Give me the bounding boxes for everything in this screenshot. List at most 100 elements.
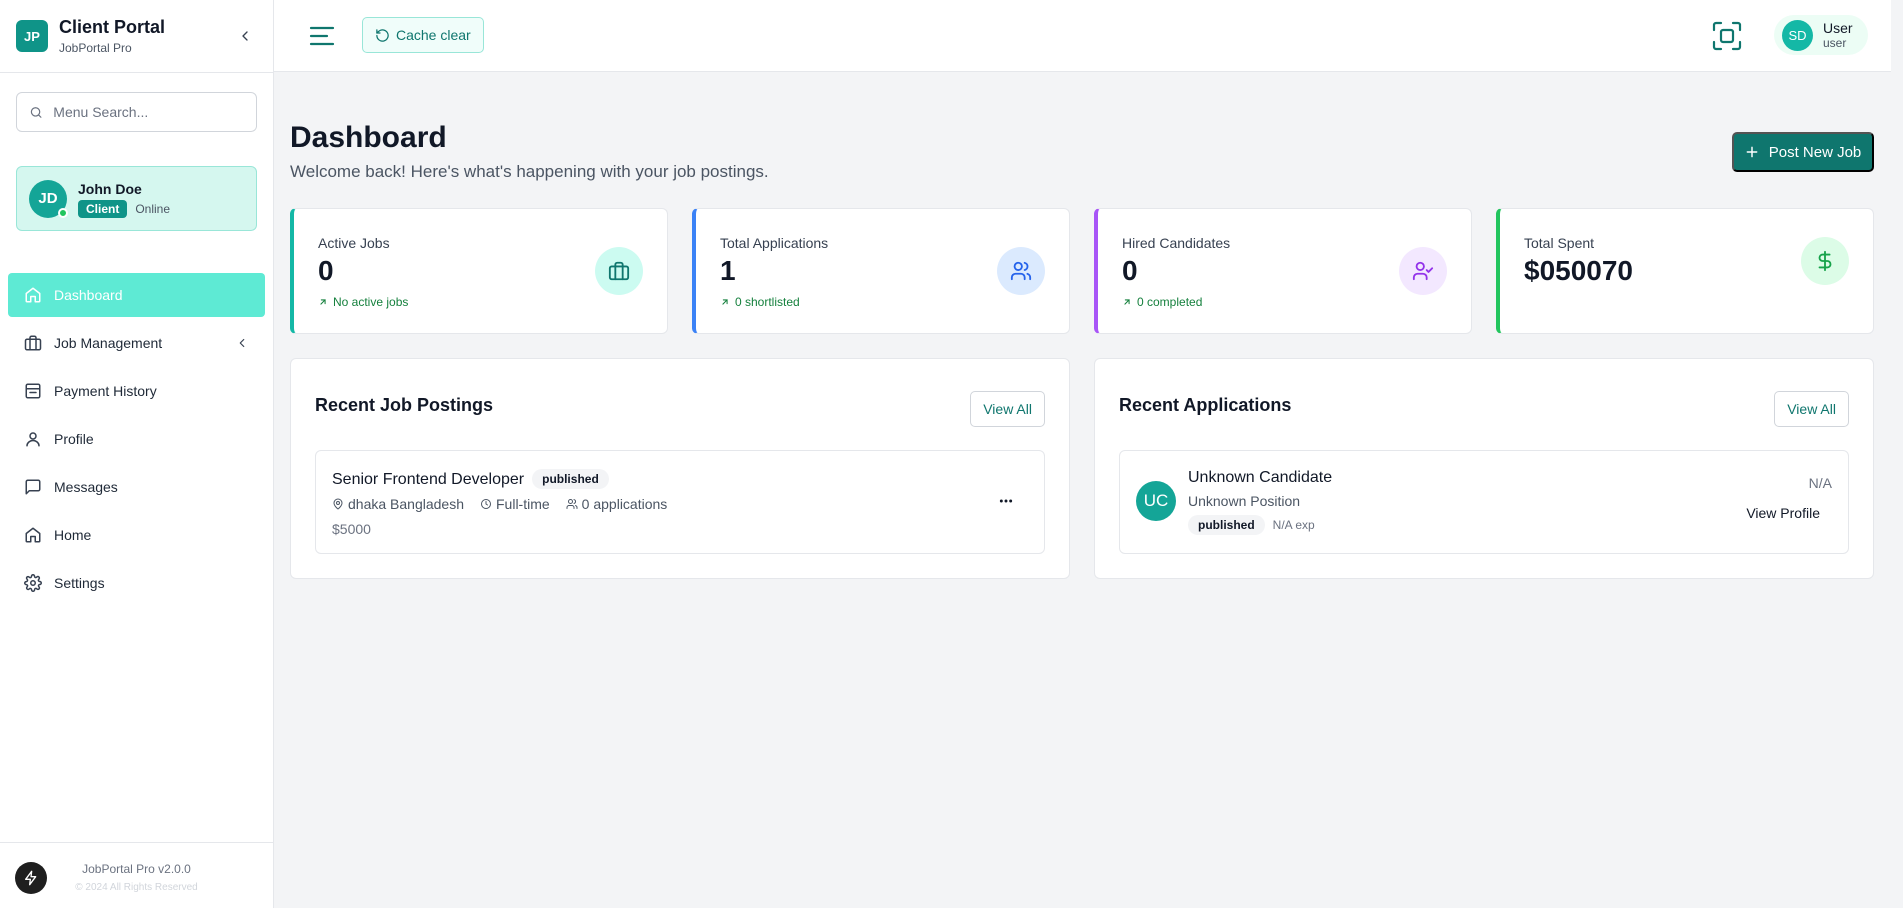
user-role: user xyxy=(1823,36,1847,50)
users-icon xyxy=(566,499,578,509)
dollar-icon xyxy=(1818,250,1832,272)
briefcase-icon xyxy=(24,335,42,351)
brand-header: JP Client Portal JobPortal Pro xyxy=(0,0,273,73)
stat-card-total-spent: Total Spent $050070 xyxy=(1496,208,1874,334)
menu-toggle-button[interactable] xyxy=(308,22,336,50)
sidebar-footer: JobPortal Pro v2.0.0 © 2024 All Rights R… xyxy=(0,842,273,908)
job-item[interactable]: Senior Frontend Developer published dhaka… xyxy=(315,450,1045,554)
arrow-up-right-icon xyxy=(722,299,728,305)
avatar: SD xyxy=(1782,19,1813,51)
search-icon xyxy=(30,106,42,118)
job-applications: 0 applications xyxy=(566,496,667,512)
candidate-position: Unknown Position xyxy=(1188,493,1301,509)
job-meta: dhaka Bangladesh Full-time 0 application… xyxy=(332,496,683,512)
fullscreen-button[interactable] xyxy=(1710,19,1744,53)
collapse-sidebar-button[interactable] xyxy=(233,24,257,48)
menu-icon xyxy=(309,26,335,46)
recent-applications-panel: Recent Applications View All UC Unknown … xyxy=(1094,358,1874,579)
stat-icon-wrap xyxy=(1399,247,1447,295)
stat-label: Total Applications xyxy=(720,235,829,251)
user-card: JD John Doe Client Online xyxy=(16,166,257,231)
sidebar-item-label: Job Management xyxy=(54,335,163,351)
sidebar-item-settings[interactable]: Settings xyxy=(8,561,265,605)
stat-trend: No active jobs xyxy=(318,295,408,309)
sidebar-item-messages[interactable]: Messages xyxy=(8,465,265,509)
status-badge: published xyxy=(1188,515,1265,535)
receipt-icon xyxy=(25,383,41,399)
briefcase-icon xyxy=(608,261,630,281)
view-all-applications-button[interactable]: View All xyxy=(1774,391,1849,427)
message-icon xyxy=(25,479,41,495)
candidate-meta: published N/A exp xyxy=(1188,515,1315,535)
job-title: Senior Frontend Developer xyxy=(332,471,525,488)
view-profile-button[interactable]: View Profile xyxy=(1746,505,1820,521)
user-name: John Doe xyxy=(78,180,142,197)
job-title-row: Senior Frontend Developer published xyxy=(332,469,609,489)
application-item: UC Unknown Candidate Unknown Position pu… xyxy=(1119,450,1849,554)
user-name: User xyxy=(1823,20,1853,36)
avatar: UC xyxy=(1136,481,1176,521)
sidebar-item-label: Profile xyxy=(54,431,94,447)
more-horizontal-icon xyxy=(999,499,1013,503)
stat-card-total-applications: Total Applications 1 0 shortlisted xyxy=(692,208,1070,334)
cache-clear-button[interactable]: Cache clear xyxy=(362,17,484,53)
job-salary: $5000 xyxy=(332,521,371,537)
scrollbar-track xyxy=(1891,0,1903,908)
sidebar-item-payment-history[interactable]: Payment History xyxy=(8,369,265,413)
stat-card-hired-candidates: Hired Candidates 0 0 completed xyxy=(1094,208,1472,334)
candidate-name: Unknown Candidate xyxy=(1188,469,1333,486)
user-icon xyxy=(26,432,40,447)
plus-icon xyxy=(1746,146,1758,158)
top-header: Cache clear SD User user xyxy=(274,0,1891,72)
stat-icon-wrap xyxy=(595,247,643,295)
online-indicator xyxy=(58,207,68,218)
post-new-job-button[interactable]: Post New Job xyxy=(1732,132,1874,172)
stat-label: Active Jobs xyxy=(318,235,390,251)
page-subtitle: Welcome back! Here's what's happening wi… xyxy=(290,162,769,181)
stat-trend: 0 completed xyxy=(1122,295,1202,309)
stat-value: $050070 xyxy=(1524,255,1634,286)
stat-value: 0 xyxy=(318,255,334,286)
arrow-up-right-icon xyxy=(320,299,326,305)
recent-jobs-panel: Recent Job Postings View All Senior Fron… xyxy=(290,358,1070,579)
sidebar-item-label: Messages xyxy=(54,479,118,495)
sidebar-item-label: Dashboard xyxy=(54,287,123,303)
stat-value: 0 xyxy=(1122,255,1138,286)
sidebar-item-profile[interactable]: Profile xyxy=(8,417,265,461)
brand-logo: JP xyxy=(16,20,48,52)
status-text: Online xyxy=(135,201,171,216)
panel-title: Recent Applications xyxy=(1119,395,1292,415)
gear-icon xyxy=(24,574,42,592)
sidebar-item-home[interactable]: Home xyxy=(8,513,265,557)
stat-value: 1 xyxy=(720,255,736,286)
panel-title: Recent Job Postings xyxy=(315,395,494,415)
arrow-up-right-icon xyxy=(1124,299,1130,305)
stat-label: Hired Candidates xyxy=(1122,235,1231,251)
home-icon xyxy=(25,287,41,303)
more-options-button[interactable] xyxy=(996,491,1016,511)
quick-action-button[interactable] xyxy=(15,862,47,894)
fullscreen-icon xyxy=(1712,21,1742,51)
sidebar-item-label: Settings xyxy=(54,575,105,591)
job-location: dhaka Bangladesh xyxy=(332,496,464,512)
avatar: JD xyxy=(29,179,68,218)
menu-search xyxy=(16,92,257,132)
job-type: Full-time xyxy=(480,496,550,512)
page-title: Dashboard xyxy=(290,121,447,154)
brand-title: Client Portal xyxy=(59,17,166,37)
stats-row: Active Jobs 0 No active jobs Total Appli… xyxy=(290,208,1874,334)
status-badge: published xyxy=(532,469,609,489)
sidebar-item-dashboard[interactable]: Dashboard xyxy=(8,273,265,317)
view-all-jobs-button[interactable]: View All xyxy=(970,391,1045,427)
sidebar-nav: Dashboard Job Management Payment History… xyxy=(0,273,273,605)
chevron-left-icon xyxy=(239,338,245,348)
sidebar-item-job-management[interactable]: Job Management xyxy=(8,321,265,365)
menu-search-input[interactable] xyxy=(53,104,244,120)
user-check-icon xyxy=(1412,261,1434,281)
user-menu[interactable]: SD User user xyxy=(1774,15,1868,55)
candidate-experience: N/A exp xyxy=(1272,518,1315,532)
chevron-left-icon xyxy=(242,31,248,41)
users-icon xyxy=(1010,261,1032,281)
sidebar-item-label: Payment History xyxy=(54,383,157,399)
sidebar-item-label: Home xyxy=(54,527,92,543)
